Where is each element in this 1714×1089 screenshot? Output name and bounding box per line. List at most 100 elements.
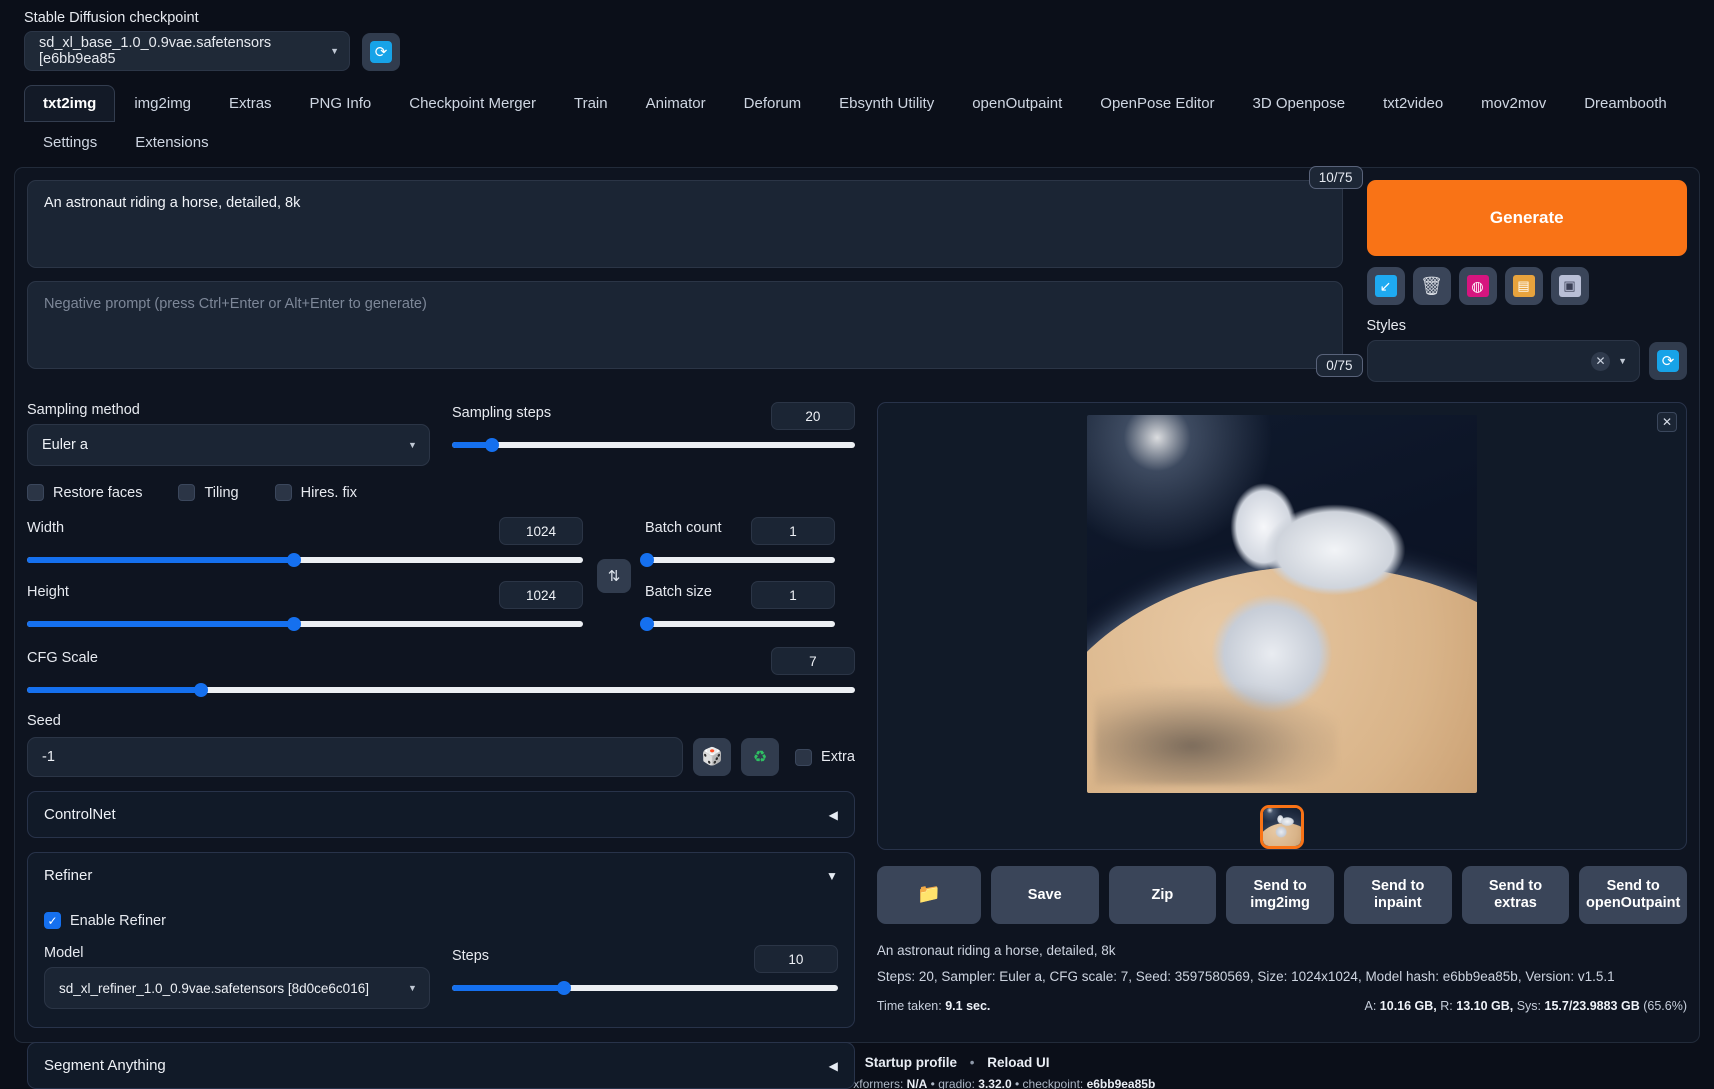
slider-track [645, 621, 835, 627]
reuse-seed-button[interactable]: ♻ [741, 738, 780, 776]
send-to-extras-button[interactable]: Send to extras [1461, 866, 1570, 924]
height-head: Height 1024 [27, 581, 583, 609]
palette-icon-button[interactable]: ◍ [1458, 267, 1497, 305]
send-to-openoutpaint-button[interactable]: Send to openOutpaint [1579, 866, 1688, 924]
tab-extras[interactable]: Extras [210, 85, 291, 122]
refiner-model-select[interactable]: sd_xl_refiner_1.0_0.9vae.safetensors [8d… [44, 967, 430, 1009]
sampling-steps-slider[interactable] [451, 436, 855, 454]
refresh-styles-button[interactable]: ⟳ [1649, 342, 1687, 380]
tab-dreambooth[interactable]: Dreambooth [1565, 85, 1686, 122]
tab-checkpoint-merger[interactable]: Checkpoint Merger [390, 85, 555, 122]
batch-size-slider[interactable] [640, 615, 835, 633]
tab-txt2video[interactable]: txt2video [1364, 85, 1462, 122]
refiner-steps-slider[interactable] [451, 979, 838, 997]
zip-button[interactable]: Zip [1108, 866, 1217, 924]
send-to-img2img-button[interactable]: Send to img2img [1226, 866, 1334, 924]
tab-png-info[interactable]: PNG Info [291, 85, 391, 122]
send-to-inpaint-button[interactable]: Send to inpaint [1343, 866, 1452, 924]
tab-img2img[interactable]: img2img [115, 85, 210, 122]
accordion-controlnet[interactable]: ControlNet ◀ [27, 791, 855, 838]
width-slider[interactable] [27, 551, 583, 569]
chevron-left-icon: ◀ [828, 807, 838, 822]
refresh-checkpoint-button[interactable]: ⟳ [362, 33, 400, 71]
slider-knob[interactable] [286, 617, 301, 631]
arrow-down-left-icon-button[interactable]: ↙ [1366, 267, 1405, 305]
generated-image-thumbnail[interactable] [1259, 805, 1304, 849]
width-group: Width 1024 [27, 517, 583, 569]
hires-fix-checkbox[interactable]: Hires. fix [274, 484, 357, 501]
tab-animator[interactable]: Animator [627, 85, 725, 122]
batch-count-group: Batch count 1 [640, 517, 835, 569]
styles-dropdown[interactable]: ✕ ▼ [1366, 340, 1640, 382]
sampling-method-select[interactable]: Euler a ▼ [27, 424, 430, 466]
tiling-checkbox[interactable]: Tiling [178, 484, 239, 501]
result-action-buttons: 📁 Save Zip Send to img2img Send to inpai… [876, 866, 1688, 924]
refiner-steps-value[interactable]: 10 [753, 945, 838, 973]
memory-r-label: R: [1440, 999, 1453, 1014]
batch-size-group: Batch size 1 [640, 581, 835, 633]
tab-row-primary: txt2img img2img Extras PNG Info Checkpoi… [24, 85, 1700, 122]
open-folder-button[interactable]: 📁 [876, 866, 981, 924]
generate-button[interactable]: Generate [1366, 180, 1687, 256]
tab-openoutpaint[interactable]: openOutpaint [953, 85, 1081, 122]
tab-openpose-editor[interactable]: OpenPose Editor [1081, 85, 1233, 122]
slider-fill [27, 687, 201, 693]
save-button[interactable]: Save [990, 866, 1099, 924]
tab-deforum[interactable]: Deforum [725, 85, 821, 122]
slider-knob[interactable] [640, 617, 654, 631]
tab-train[interactable]: Train [555, 85, 627, 122]
styles-label: Styles [1366, 318, 1407, 334]
close-icon[interactable]: ✕ [1591, 351, 1611, 371]
randomize-seed-button[interactable]: 🎲 [693, 738, 732, 776]
slider-knob[interactable] [193, 683, 208, 697]
memory-a-label: A: [1364, 999, 1377, 1014]
negative-prompt-input[interactable]: Negative prompt (press Ctrl+Enter or Alt… [27, 281, 1343, 369]
extra-seed-checkbox[interactable]: Extra [795, 748, 855, 766]
restore-faces-checkbox[interactable]: Restore faces [27, 484, 142, 501]
tab-txt2img[interactable]: txt2img [24, 85, 116, 122]
slider-knob[interactable] [640, 553, 654, 567]
cfg-scale-label: CFG Scale [27, 650, 98, 666]
time-taken: Time taken: 9.1 sec. [877, 995, 991, 1019]
floppy-save-icon-button[interactable]: ▣ [1550, 267, 1589, 305]
sampling-method-group: Sampling method Euler a ▼ [27, 402, 430, 466]
tab-mov2mov[interactable]: mov2mov [1462, 85, 1565, 122]
batch-count-slider[interactable] [640, 551, 835, 569]
memory-r-value: 13.10 GB, [1456, 999, 1514, 1014]
width-head: Width 1024 [27, 517, 583, 545]
generated-image[interactable] [1086, 415, 1477, 793]
slider-knob[interactable] [485, 438, 500, 452]
accordion-segment-anything[interactable]: Segment Anything ◀ [27, 1042, 855, 1089]
accordion-refiner[interactable]: Refiner ▼ [27, 852, 855, 898]
checkpoint-value: sd_xl_base_1.0_0.9vae.safetensors [e6bb9… [39, 35, 272, 67]
tab-extensions[interactable]: Extensions [116, 124, 227, 161]
checkbox-box [795, 748, 813, 766]
memory-stats: A: 10.16 GB, R: 13.10 GB, Sys: 15.7/23.9… [1365, 995, 1688, 1019]
cfg-scale-group: CFG Scale 7 [27, 647, 855, 699]
tab-3d-openpose[interactable]: 3D Openpose [1234, 85, 1365, 122]
slider-track [451, 442, 855, 448]
slider-knob[interactable] [286, 553, 301, 567]
trash-icon-button[interactable]: 🗑 [1412, 267, 1451, 305]
batch-count-value[interactable]: 1 [751, 517, 835, 545]
sampling-steps-value[interactable]: 20 [770, 402, 855, 430]
slider-knob[interactable] [556, 981, 571, 995]
positive-prompt-input[interactable]: An astronaut riding a horse, detailed, 8… [27, 180, 1343, 268]
width-value[interactable]: 1024 [499, 517, 583, 545]
batch-group: Batch count 1 Batch size 1 [640, 517, 835, 633]
height-value[interactable]: 1024 [499, 581, 583, 609]
tab-ebsynth-utility[interactable]: Ebsynth Utility [820, 85, 953, 122]
cfg-scale-slider[interactable] [27, 681, 855, 699]
batch-size-value[interactable]: 1 [751, 581, 835, 609]
tab-settings[interactable]: Settings [24, 124, 116, 161]
clipboard-icon-button[interactable]: ▤ [1504, 267, 1543, 305]
slider-fill [451, 985, 564, 991]
sampling-steps-label: Sampling steps [451, 405, 552, 421]
checkpoint-dropdown[interactable]: sd_xl_base_1.0_0.9vae.safetensors [e6bb9… [24, 31, 350, 71]
cfg-scale-value[interactable]: 7 [770, 647, 855, 675]
close-icon[interactable]: ✕ [1657, 412, 1677, 432]
height-slider[interactable] [27, 615, 583, 633]
enable-refiner-checkbox[interactable]: ✓ Enable Refiner [44, 912, 838, 929]
seed-input[interactable]: -1 [27, 737, 684, 777]
swap-dimensions-icon-button[interactable]: ⇅ [597, 559, 631, 593]
